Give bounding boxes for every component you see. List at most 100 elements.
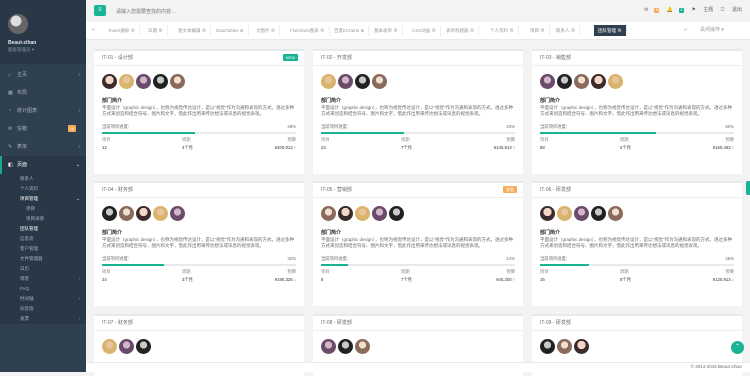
- page-tab-7[interactable]: 基本表单 ⊗: [370, 25, 403, 36]
- submenu-item-6[interactable]: 信息流: [0, 234, 86, 244]
- team-card[interactable]: IT-05 - 营销部 紧急 部门简介 平面设计（graphic design），也称…: [313, 181, 523, 306]
- team-card[interactable]: IT-01 - 设计部 NEW 部门简介 平面设计（graphic design），也…: [94, 49, 304, 174]
- member-avatar[interactable]: [355, 206, 370, 221]
- card-title[interactable]: IT-04 - 财务部: [102, 187, 133, 193]
- menu-toggle-icon[interactable]: ≡: [94, 5, 106, 16]
- card-title[interactable]: IT-02 - 开发部: [321, 55, 352, 61]
- submenu-item-3[interactable]: 项目: [0, 204, 86, 214]
- submenu-item-5[interactable]: 团队管理: [0, 224, 86, 234]
- bell-icon[interactable]: 🔔 4: [667, 7, 684, 13]
- submenu-item-11[interactable]: FAQ: [0, 284, 86, 294]
- page-tab-4[interactable]: 大图片 ⊗: [252, 25, 281, 36]
- tabs-next-button[interactable]: »: [684, 25, 687, 36]
- theme-settings-tab[interactable]: [746, 181, 750, 195]
- member-avatar[interactable]: [338, 339, 353, 354]
- member-avatar[interactable]: [540, 206, 555, 221]
- member-avatar[interactable]: [102, 74, 117, 89]
- page-tab-11[interactable]: 项目 ⊗: [526, 25, 550, 36]
- member-avatar[interactable]: [170, 206, 185, 221]
- page-tab-10[interactable]: 个人资料 ⊗: [486, 25, 519, 36]
- back-to-top-icon[interactable]: ⌃: [731, 341, 744, 354]
- member-avatar[interactable]: [119, 206, 134, 221]
- sidebar-item-4[interactable]: ✎ 表单 ‹: [0, 138, 86, 156]
- member-avatar[interactable]: [321, 339, 336, 354]
- member-avatar[interactable]: [557, 339, 572, 354]
- page-tab-1[interactable]: 日期 ⊗: [144, 25, 168, 36]
- page-tab-2[interactable]: 富文本编辑 ⊗: [174, 25, 212, 36]
- tabs-close-menu[interactable]: 关闭操作 ▾: [700, 25, 724, 36]
- member-avatar[interactable]: [355, 74, 370, 89]
- page-tab-6[interactable]: 百度ECharts ⊗: [330, 25, 370, 36]
- member-avatar[interactable]: [321, 74, 336, 89]
- member-avatar[interactable]: [608, 74, 623, 89]
- page-tab-9[interactable]: 表单构建器 ⊗: [442, 25, 480, 36]
- submenu-item-2[interactable]: 项目管理 ⌄: [0, 194, 86, 204]
- team-card[interactable]: IT-04 - 财务部 部门简介 平面设计（graphic design），也称为视…: [94, 181, 304, 306]
- card-title[interactable]: IT-03 - 销售部: [540, 55, 571, 61]
- submenu-item-13[interactable]: 标签墙: [0, 304, 86, 314]
- submenu-item-9[interactable]: 日历: [0, 264, 86, 274]
- page-tab-0[interactable]: Toastr通知 ⊗: [104, 25, 141, 36]
- team-card[interactable]: IT-02 - 开发部 部门简介 平面设计（graphic design），也称为视…: [313, 49, 523, 174]
- member-avatar[interactable]: [591, 74, 606, 89]
- page-tab-5[interactable]: Flotcharts图表 ⊗: [286, 25, 330, 36]
- card-title[interactable]: IT-01 - 设计部: [102, 55, 133, 61]
- sidebar-item-3[interactable]: ✉ 信箱 16: [0, 120, 86, 138]
- user-name[interactable]: Beaut-zihan: [8, 40, 36, 46]
- member-avatar[interactable]: [540, 339, 555, 354]
- submenu-item-10[interactable]: 博客 ‹: [0, 274, 86, 284]
- submenu-item-7[interactable]: 客户管理: [0, 244, 86, 254]
- member-avatar[interactable]: [153, 206, 168, 221]
- submenu-item-14[interactable]: 发票 ‹: [0, 314, 86, 324]
- user-avatar[interactable]: [8, 14, 28, 34]
- member-avatar[interactable]: [321, 206, 336, 221]
- member-avatar[interactable]: [119, 339, 134, 354]
- member-avatar[interactable]: [608, 206, 623, 221]
- search-input[interactable]: [114, 7, 268, 17]
- sidebar-item-0[interactable]: ⌂ 主页 ‹: [0, 66, 86, 84]
- team-card[interactable]: IT-06 - 研发部 部门简介 平面设计（graphic design），也称为视…: [532, 181, 742, 306]
- theme-button[interactable]: ⚑ 主题: [691, 7, 713, 13]
- submenu-item-8[interactable]: 文件管理器: [0, 254, 86, 264]
- member-avatar[interactable]: [372, 206, 387, 221]
- submenu-item-1[interactable]: 个人资料: [0, 184, 86, 194]
- member-avatar[interactable]: [136, 206, 151, 221]
- member-avatar[interactable]: [574, 206, 589, 221]
- member-avatar[interactable]: [136, 339, 151, 354]
- member-avatar[interactable]: [355, 339, 370, 354]
- page-tab-13[interactable]: 团队管理 ⊗: [594, 25, 627, 36]
- card-title[interactable]: IT-08 - 研发部: [321, 320, 352, 326]
- member-avatar[interactable]: [136, 74, 151, 89]
- member-avatar[interactable]: [338, 74, 353, 89]
- member-avatar[interactable]: [557, 74, 572, 89]
- team-card[interactable]: IT-03 - 销售部 部门简介 平面设计（graphic design），也称为视…: [532, 49, 742, 174]
- member-avatar[interactable]: [153, 74, 168, 89]
- card-title[interactable]: IT-07 - 财务部: [102, 320, 133, 326]
- card-title[interactable]: IT-05 - 营销部: [321, 187, 352, 193]
- member-avatar[interactable]: [540, 74, 555, 89]
- card-title[interactable]: IT-06 - 研发部: [540, 187, 571, 193]
- page-tab-3[interactable]: DataTables ⊗: [212, 25, 249, 36]
- member-avatar[interactable]: [338, 206, 353, 221]
- member-avatar[interactable]: [574, 74, 589, 89]
- member-avatar[interactable]: [389, 206, 404, 221]
- submenu-item-0[interactable]: 联系人: [0, 174, 86, 184]
- member-avatar[interactable]: [591, 206, 606, 221]
- logout-button[interactable]: ⎋ 退出: [721, 7, 742, 13]
- tabs-prev-button[interactable]: «: [92, 25, 95, 36]
- page-tab-12[interactable]: 联系人 ⊗: [552, 25, 581, 36]
- member-avatar[interactable]: [119, 74, 134, 89]
- user-role[interactable]: 超级管理员 ▾: [8, 47, 34, 53]
- card-title[interactable]: IT-09 - 研发部: [540, 320, 571, 326]
- mail-icon[interactable]: ✉ 8: [644, 7, 660, 13]
- member-avatar[interactable]: [574, 339, 589, 354]
- submenu-item-4[interactable]: 项目详情: [0, 214, 86, 224]
- sidebar-item-pages[interactable]: ◧ 页面 ⌄: [0, 156, 86, 174]
- sidebar-item-2[interactable]: ◔ 统计图表 ‹: [0, 102, 86, 120]
- member-avatar[interactable]: [102, 206, 117, 221]
- sidebar-item-1[interactable]: ▦ 布局: [0, 84, 86, 102]
- page-tab-8[interactable]: CSS动画 ⊗: [408, 25, 442, 36]
- member-avatar[interactable]: [372, 74, 387, 89]
- submenu-item-12[interactable]: 时间轴 ‹: [0, 294, 86, 304]
- member-avatar[interactable]: [170, 74, 185, 89]
